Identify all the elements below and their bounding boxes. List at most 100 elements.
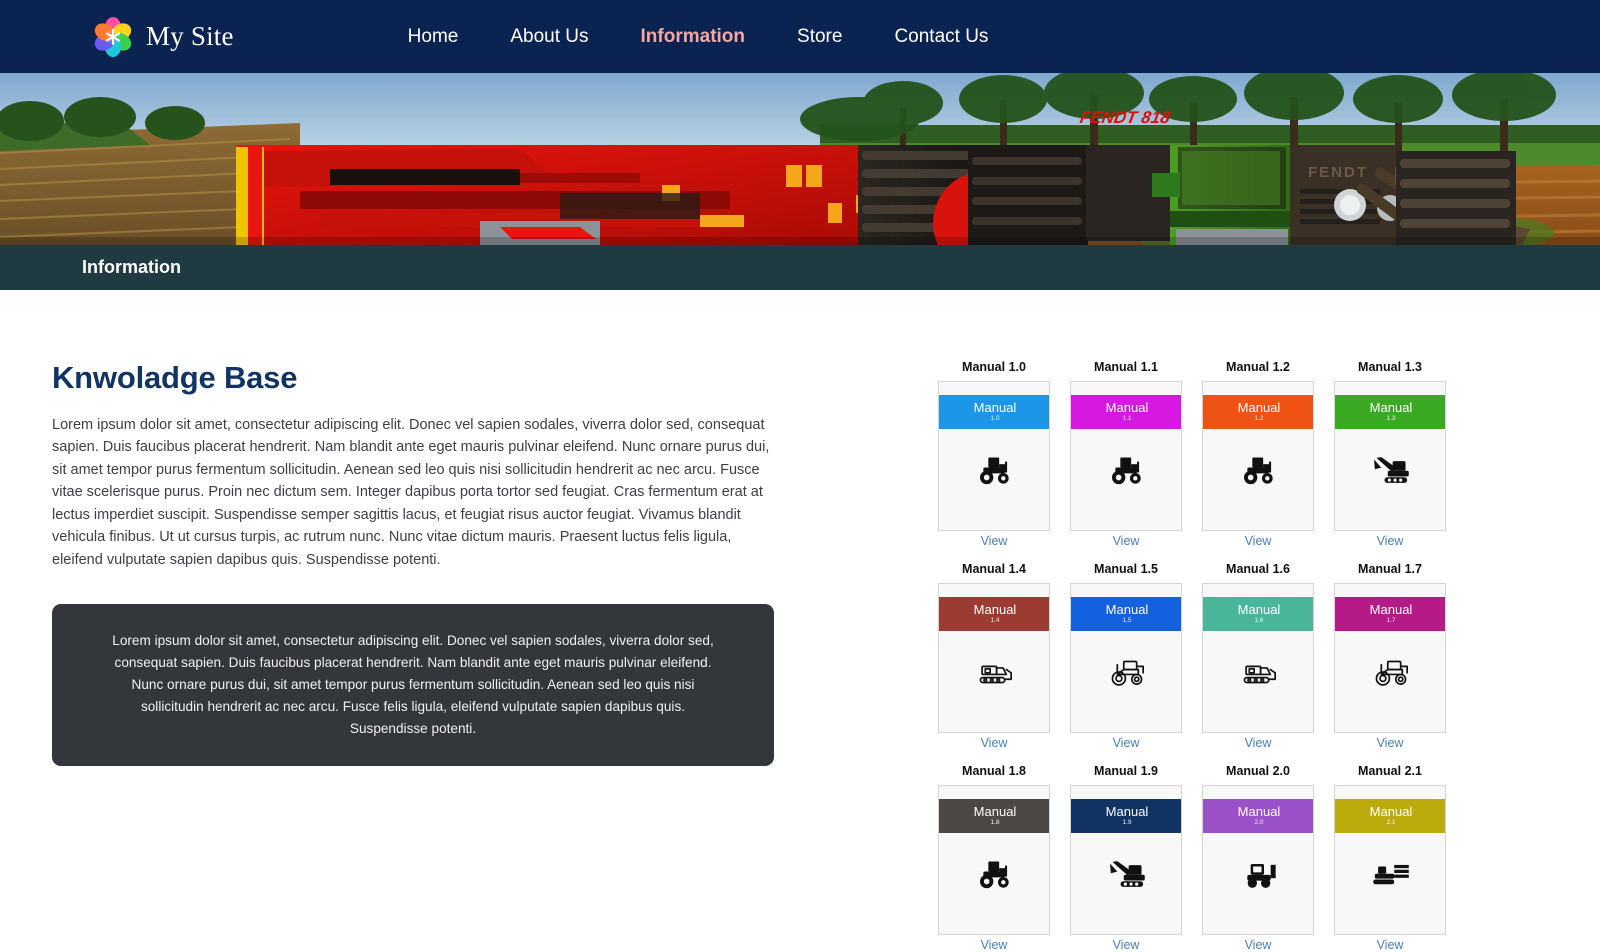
manual-card-thumbnail[interactable]: Manual 1.4 [938,583,1050,733]
manual-card-thumbnail[interactable]: Manual 1.0 [938,381,1050,531]
manual-card-title: Manual 1.5 [1094,562,1158,576]
nav-item-contact-us[interactable]: Contact Us [868,27,1014,46]
manual-card-version: 2.0 [1254,819,1264,827]
manual-card-band-label: Manual [1105,399,1149,415]
manual-card[interactable]: Manual 2.0 Manual 2.0 View [1202,764,1314,952]
tractor-outline-icon [1071,631,1181,732]
manual-view-link[interactable]: View [938,534,1050,548]
manual-card-band-label: Manual [1237,803,1281,819]
manual-view-link[interactable]: View [938,938,1050,952]
manual-card[interactable]: Manual 1.8 Manual 1.8 View [938,764,1050,952]
manual-card[interactable]: Manual 2.1 Manual 2.1 View [1334,764,1446,952]
bulldozer-icon [1335,833,1445,934]
top-navigation-bar: My Site Home About Us Information Store … [0,0,1600,73]
section-title-bar: Information [0,245,1600,290]
manual-card-title: Manual 1.2 [1226,360,1290,374]
manual-view-link[interactable]: View [1202,534,1314,548]
hero-banner-image: FENDT 818 FENDT [0,73,1600,245]
manual-card-band: Manual 1.3 [1335,395,1445,429]
knowledge-base-body: Lorem ipsum dolor sit amet, consectetur … [52,417,770,568]
manual-view-link[interactable]: View [1070,534,1182,548]
manual-card-band: Manual 1.7 [1335,597,1445,631]
manual-card[interactable]: Manual 1.0 Manual 1.0 View [938,360,1050,548]
manual-card-grid: Manual 1.0 Manual 1.0 View Manual 1.1 Ma… [938,360,1453,952]
manual-card-band: Manual 1.9 [1071,799,1181,833]
excavator-outline-icon [1203,631,1313,732]
manual-card-thumbnail[interactable]: Manual 1.3 [1334,381,1446,531]
manual-view-link[interactable]: View [1202,938,1314,952]
manual-card-version: 1.1 [1122,415,1132,423]
manual-card-band-label: Manual [1369,803,1413,819]
manual-card-band: Manual 1.4 [939,597,1049,631]
main-content: Knwoladge Base Lorem ipsum dolor sit ame… [0,290,1600,952]
knowledge-base-column: Knwoladge Base Lorem ipsum dolor sit ame… [52,360,777,767]
nav-item-home[interactable]: Home [382,27,485,46]
manual-card-band: Manual 1.6 [1203,597,1313,631]
callout-box: Lorem ipsum dolor sit amet, consectetur … [52,604,774,767]
manual-view-link[interactable]: View [1334,534,1446,548]
manual-card-title: Manual 1.7 [1358,562,1422,576]
manual-card-thumbnail[interactable]: Manual 1.2 [1202,381,1314,531]
manual-card-band-label: Manual [973,601,1017,617]
excavator-outline-icon [939,631,1049,732]
manual-card[interactable]: Manual 1.3 Manual 1.3 View [1334,360,1446,548]
manual-card-thumbnail[interactable]: Manual 2.1 [1334,785,1446,935]
manual-card-title: Manual 1.0 [962,360,1026,374]
manual-card-band: Manual 1.1 [1071,395,1181,429]
manual-view-link[interactable]: View [1334,938,1446,952]
manual-card-band-label: Manual [1369,601,1413,617]
manual-card-title: Manual 1.6 [1226,562,1290,576]
manual-card[interactable]: Manual 1.6 Manual 1.6 View [1202,562,1314,750]
excavator-icon [1071,833,1181,934]
manual-view-link[interactable]: View [1202,736,1314,750]
manual-view-link[interactable]: View [1334,736,1446,750]
manual-card-thumbnail[interactable]: Manual 1.1 [1070,381,1182,531]
manual-card-band: Manual 1.5 [1071,597,1181,631]
nav-item-store[interactable]: Store [771,27,868,46]
manual-card-title: Manual 1.9 [1094,764,1158,778]
manual-card-thumbnail[interactable]: Manual 1.6 [1202,583,1314,733]
manual-view-link[interactable]: View [938,736,1050,750]
manual-card-version: 1.5 [1122,617,1132,625]
manual-card-band: Manual 1.2 [1203,395,1313,429]
manual-card-band-label: Manual [1237,399,1281,415]
manual-card-band-label: Manual [1369,399,1413,415]
flower-petal-logo-icon [92,16,134,58]
manual-card-band-label: Manual [973,399,1017,415]
manual-card-version: 1.2 [1254,415,1264,423]
nav-item-information[interactable]: Information [615,27,772,46]
manual-card-version: 2.1 [1386,819,1396,827]
excavator-icon [1335,429,1445,530]
manual-card-thumbnail[interactable]: Manual 1.5 [1070,583,1182,733]
manual-card-version: 1.8 [990,819,1000,827]
manual-view-link[interactable]: View [1070,938,1182,952]
manual-card-thumbnail[interactable]: Manual 1.7 [1334,583,1446,733]
manual-card-version: 1.7 [1386,617,1396,625]
brand[interactable]: My Site [92,16,234,58]
manual-card[interactable]: Manual 1.1 Manual 1.1 View [1070,360,1182,548]
page-title: Knwoladge Base [52,360,298,395]
manual-card-thumbnail[interactable]: Manual 1.8 [938,785,1050,935]
nav-item-about-us[interactable]: About Us [484,27,614,46]
main-menu: Home About Us Information Store Contact … [382,27,1015,46]
manual-card-title: Manual 1.1 [1094,360,1158,374]
manual-card-thumbnail[interactable]: Manual 1.9 [1070,785,1182,935]
manual-card[interactable]: Manual 1.9 Manual 1.9 View [1070,764,1182,952]
manual-card[interactable]: Manual 1.5 Manual 1.5 View [1070,562,1182,750]
manual-view-link[interactable]: View [1070,736,1182,750]
manual-card-title: Manual 2.0 [1226,764,1290,778]
manual-card-version: 1.0 [990,415,1000,423]
manual-card-thumbnail[interactable]: Manual 2.0 [1202,785,1314,935]
manual-card-band-label: Manual [1105,601,1149,617]
manual-card-band-label: Manual [1237,601,1281,617]
manual-card[interactable]: Manual 1.2 Manual 1.2 View [1202,360,1314,548]
manual-card[interactable]: Manual 1.4 Manual 1.4 View [938,562,1050,750]
manual-card[interactable]: Manual 1.7 Manual 1.7 View [1334,562,1446,750]
manual-card-band: Manual 1.0 [939,395,1049,429]
loader-icon [1203,833,1313,934]
manual-card-version: 1.9 [1122,819,1132,827]
manual-card-version: 1.6 [1254,617,1264,625]
tractor-icon [1071,429,1181,530]
brand-name: My Site [146,21,234,51]
section-title: Information [82,257,181,277]
